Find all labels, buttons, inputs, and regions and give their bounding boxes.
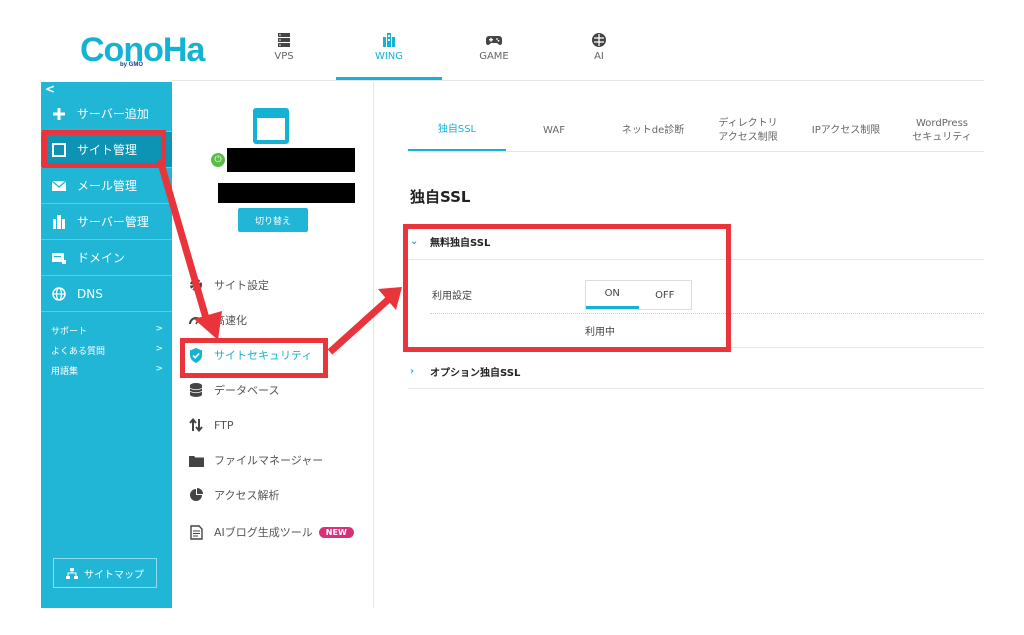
- chevron-right-icon: >: [155, 364, 163, 374]
- menu-database[interactable]: データベース: [188, 379, 279, 401]
- menu-label: アクセス解析: [214, 489, 280, 502]
- sitemap-button[interactable]: サイトマップ: [53, 558, 157, 588]
- tab-ssl[interactable]: 独自SSL: [408, 110, 506, 152]
- sidebar-link-label: サポート: [51, 327, 88, 337]
- nav-vps[interactable]: VPS: [231, 26, 337, 80]
- divider: [408, 388, 984, 389]
- folder-icon: [188, 452, 204, 468]
- nav-ai[interactable]: AI: [546, 26, 652, 80]
- chevron-right-icon: ›: [410, 365, 415, 377]
- menu-ftp[interactable]: FTP: [188, 414, 234, 436]
- menu-speedup[interactable]: 高速化: [188, 309, 247, 331]
- mail-icon: [51, 178, 67, 194]
- redacted-site-name: [227, 148, 355, 172]
- sidebar-item-label: サーバー管理: [77, 215, 149, 229]
- pie-chart-icon: [188, 487, 204, 503]
- ftp-icon: [188, 417, 204, 433]
- nav-label: GAME: [479, 51, 509, 62]
- tab-directory-access[interactable]: ディレクトリ アクセス制限: [706, 110, 790, 152]
- switch-site-button[interactable]: 切り替え: [238, 208, 308, 232]
- document-icon: [188, 524, 204, 540]
- sidebar-link-glossary[interactable]: 用語集 >: [51, 364, 163, 377]
- arrow-security-to-ssl: [327, 287, 402, 355]
- sidebar-collapse-icon[interactable]: <: [45, 82, 55, 96]
- header-divider: [172, 80, 984, 81]
- logo-sub: by GMO: [120, 62, 144, 68]
- tab-net-diagnosis[interactable]: ネットde診断: [606, 110, 700, 152]
- conoha-logo[interactable]: ConoHa by GMO: [80, 30, 205, 72]
- menu-label: AIブログ生成ツール: [214, 526, 313, 539]
- wing-icon: [383, 33, 395, 47]
- chevron-right-icon: >: [155, 324, 163, 334]
- site-window-icon: [253, 108, 289, 144]
- nav-label: VPS: [274, 51, 294, 62]
- globe-icon: [51, 286, 67, 302]
- sidebar-item-mail[interactable]: メール管理: [41, 168, 172, 204]
- sidebar-item-label: メール管理: [77, 179, 138, 193]
- sidebar-item-server-manage[interactable]: サーバー管理: [41, 204, 172, 240]
- sidebar-item-label: サーバー追加: [77, 107, 149, 121]
- accordion-heading: オプション独自SSL: [430, 367, 521, 379]
- gamepad-icon: [486, 36, 502, 45]
- chevron-right-icon: >: [155, 344, 163, 354]
- menu-file-manager[interactable]: ファイルマネージャー: [188, 449, 323, 471]
- nav-label: WING: [374, 51, 404, 62]
- menu-access-analysis[interactable]: アクセス解析: [188, 484, 279, 506]
- annotation-box-site-management: [42, 130, 166, 168]
- sidebar-link-label: よくある質問: [51, 347, 106, 357]
- domain-icon: [51, 250, 67, 266]
- redacted-site-url: [218, 183, 355, 203]
- database-icon: [188, 382, 204, 398]
- sidebar-item-add-server[interactable]: サーバー追加: [41, 96, 172, 132]
- sidebar-item-dns[interactable]: DNS: [41, 276, 172, 312]
- sidebar-link-faq[interactable]: よくある質問 >: [51, 344, 163, 357]
- menu-label: FTP: [214, 418, 234, 432]
- sitemap-icon: [66, 567, 78, 579]
- menu-label: 高速化: [214, 314, 247, 327]
- sidebar-item-label: ドメイン: [77, 251, 126, 265]
- annotation-box-free-ssl: [403, 224, 731, 352]
- annotation-box-site-security: [180, 338, 328, 378]
- sitemap-label: サイトマップ: [84, 569, 144, 581]
- nav-label: AI: [594, 51, 604, 62]
- sidebar-item-domain[interactable]: ドメイン: [41, 240, 172, 276]
- power-icon: ⏻: [211, 153, 225, 167]
- plus-icon: [51, 106, 67, 122]
- menu-ai-blog-tool[interactable]: AIブログ生成ツール NEW: [188, 521, 354, 543]
- tab-wordpress-security[interactable]: WordPress セキュリティ: [900, 110, 984, 152]
- page-title: 独自SSL: [410, 188, 471, 206]
- tab-ip-access[interactable]: IPアクセス制限: [800, 110, 892, 152]
- sidebar-item-label: DNS: [77, 286, 103, 301]
- server-manage-icon: [51, 214, 67, 230]
- tab-waf[interactable]: WAF: [518, 110, 590, 152]
- menu-site-settings[interactable]: サイト設定: [188, 274, 269, 296]
- option-ssl-accordion[interactable]: › オプション独自SSL: [410, 361, 520, 381]
- speed-icon: [188, 312, 204, 328]
- tabs-divider: [408, 151, 984, 152]
- nav-wing[interactable]: WING: [336, 26, 442, 80]
- ai-chip-icon: [592, 33, 606, 47]
- nav-game[interactable]: GAME: [441, 26, 547, 80]
- sidebar-link-label: 用語集: [51, 367, 79, 377]
- menu-label: サイト設定: [214, 279, 269, 292]
- panel-divider: [373, 82, 374, 608]
- sidebar-link-support[interactable]: サポート >: [51, 324, 163, 337]
- server-icon: [278, 33, 290, 47]
- menu-label: ファイルマネージャー: [214, 454, 324, 467]
- new-badge: NEW: [318, 526, 354, 538]
- settings-icon: [188, 277, 204, 293]
- menu-label: データベース: [214, 384, 280, 397]
